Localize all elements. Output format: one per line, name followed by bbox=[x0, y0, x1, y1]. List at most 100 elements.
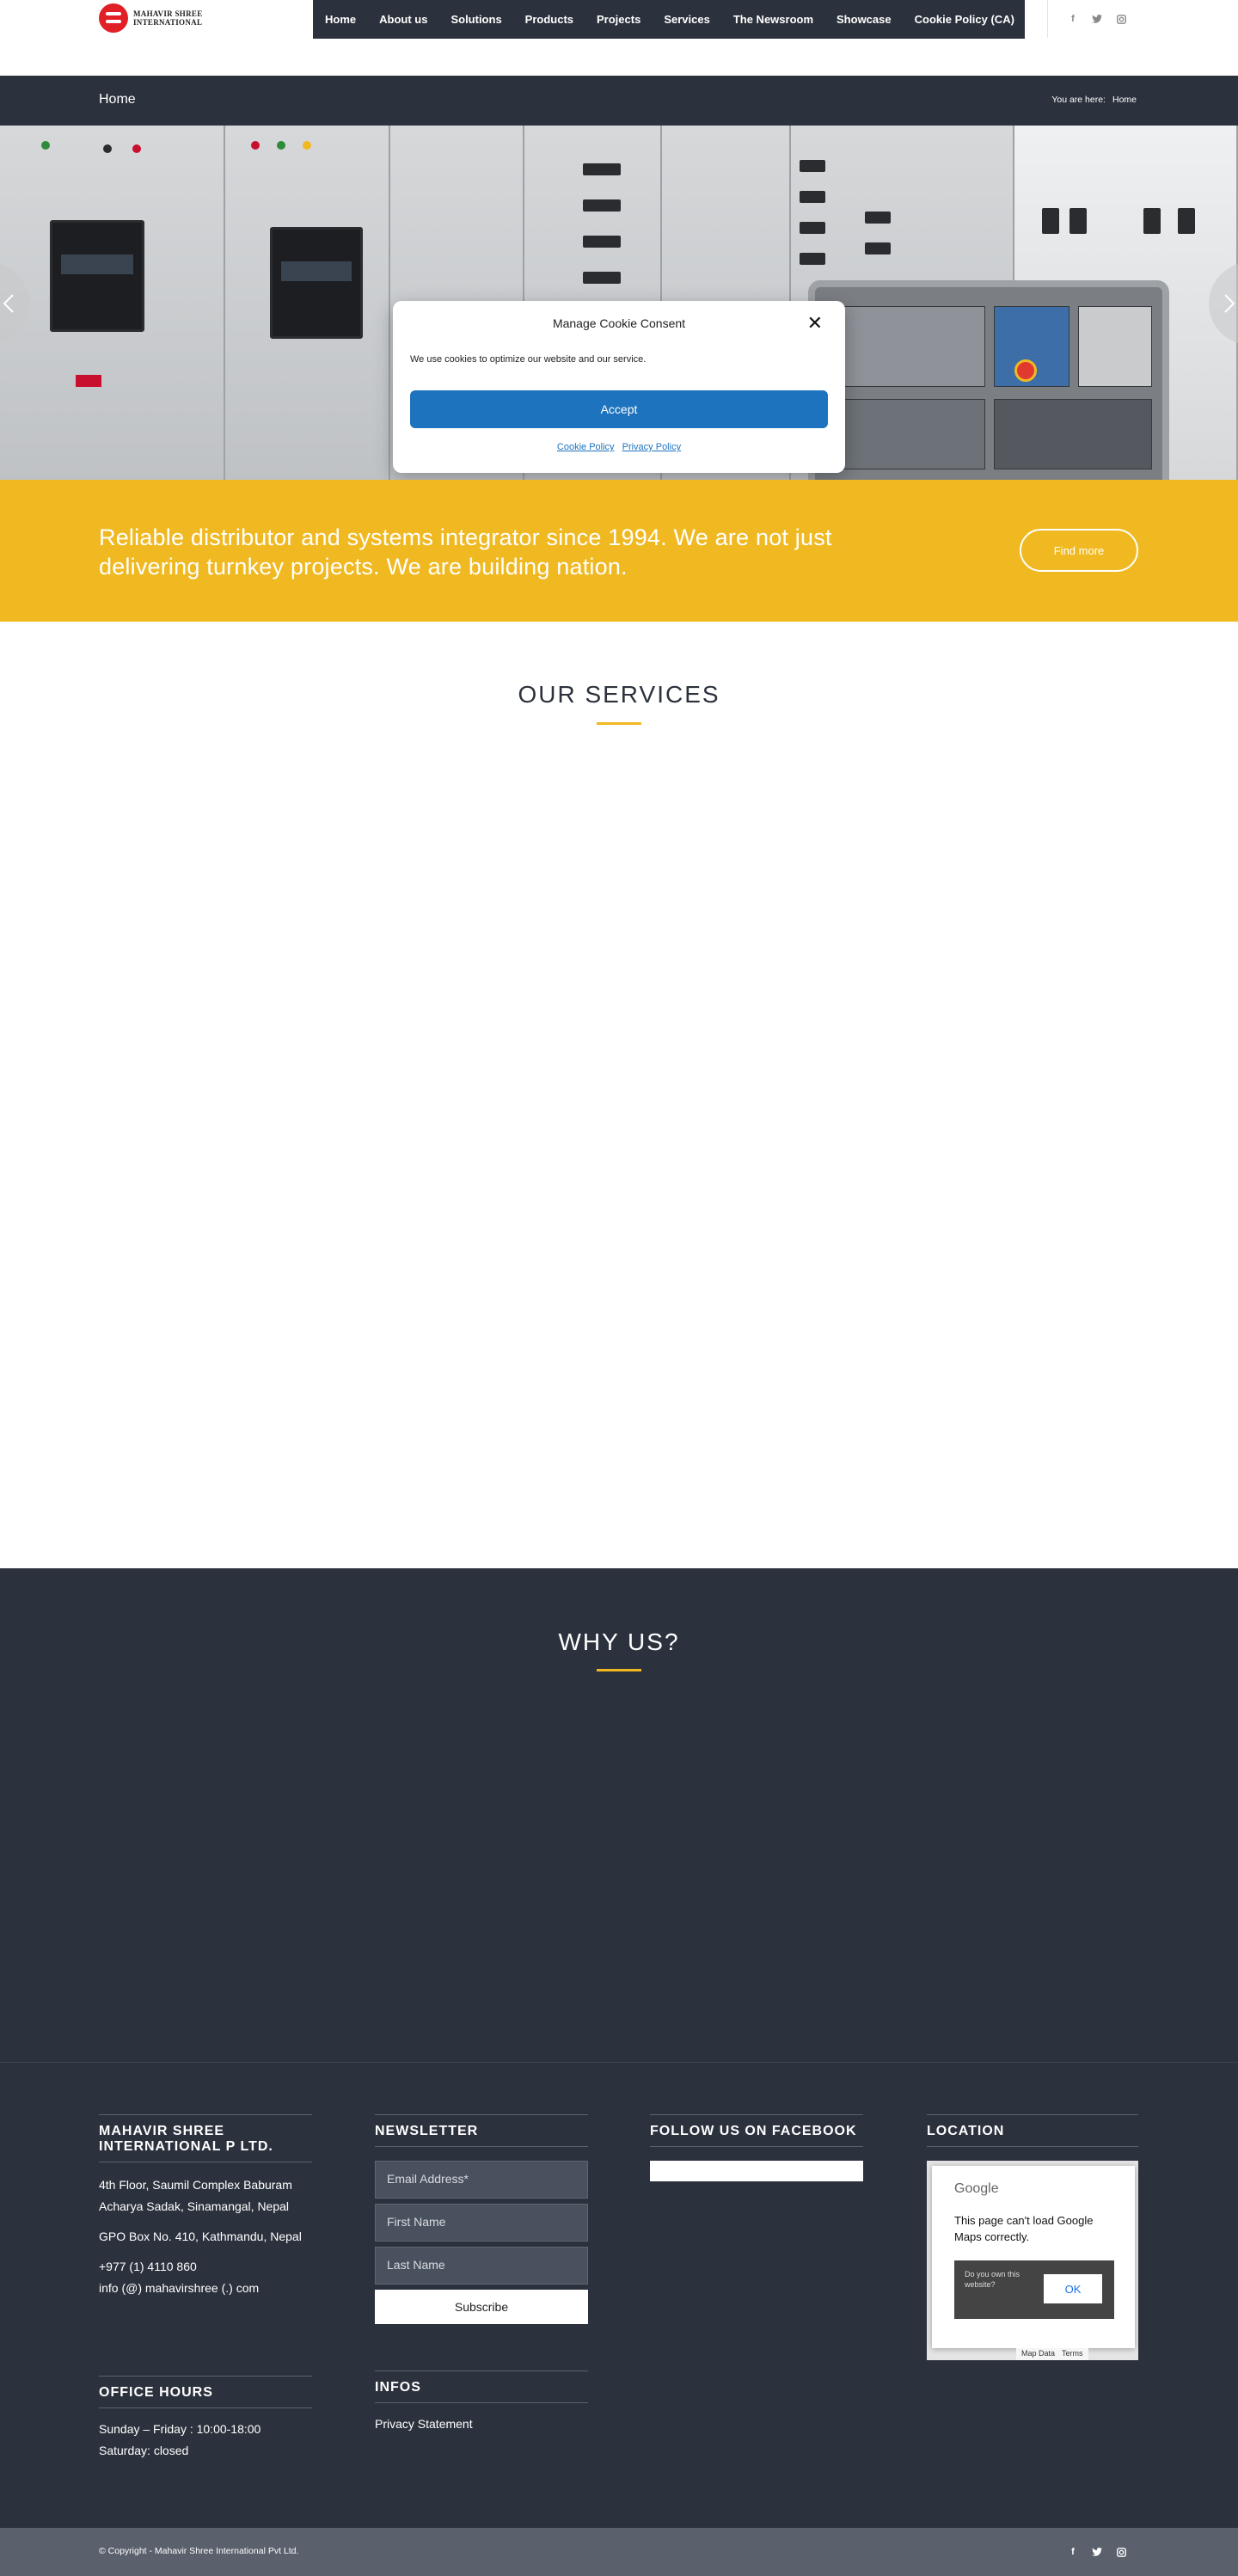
privacy-policy-link[interactable]: Privacy Policy bbox=[622, 442, 681, 452]
location-heading: LOCATION bbox=[927, 2114, 1138, 2147]
site-footer: MAHAVIR SHREE INTERNATIONAL P LTD. 4th F… bbox=[0, 2062, 1238, 2528]
nav-showcase[interactable]: Showcase bbox=[837, 13, 892, 26]
footer-social-links: f bbox=[1066, 2545, 1128, 2559]
indicator-lamp-icon bbox=[251, 141, 260, 150]
infos-heading: INFOS bbox=[375, 2371, 588, 2403]
chevron-left-icon bbox=[3, 294, 14, 313]
privacy-statement-link[interactable]: Privacy Statement bbox=[375, 2413, 588, 2435]
chevron-right-icon bbox=[1224, 294, 1235, 313]
map-data-link[interactable]: Map Data bbox=[1021, 2349, 1055, 2359]
switchgear-cabinet-image bbox=[0, 126, 225, 480]
tagline-text: Reliable distributor and systems integra… bbox=[99, 524, 832, 580]
nav-products[interactable]: Products bbox=[525, 13, 573, 26]
site-logo[interactable]: MAHAVIR SHREE INTERNATIONAL bbox=[99, 3, 203, 33]
logo-text: MAHAVIR SHREE INTERNATIONAL bbox=[133, 9, 203, 27]
company-phone: +977 (1) 4110 860 bbox=[99, 2260, 197, 2273]
instagram-icon[interactable] bbox=[1114, 12, 1128, 26]
cookie-dialog-title: Manage Cookie Consent bbox=[552, 316, 686, 330]
google-map-embed[interactable]: Google This page can't load Google Maps … bbox=[927, 2161, 1138, 2360]
page-title-bar: Home You are here: Home bbox=[0, 76, 1238, 126]
facebook-icon[interactable]: f bbox=[1066, 2545, 1080, 2559]
breadcrumb-current[interactable]: Home bbox=[1112, 95, 1137, 105]
warning-label-image bbox=[76, 375, 101, 387]
company-heading: MAHAVIR SHREE INTERNATIONAL P LTD. bbox=[99, 2114, 312, 2162]
newsletter-heading: NEWSLETTER bbox=[375, 2114, 588, 2147]
drawer-handle-image bbox=[1143, 208, 1161, 234]
cabinet-shadow bbox=[270, 126, 390, 480]
newsletter-last-name-input[interactable]: Last Name bbox=[375, 2247, 588, 2285]
why-us-heading: WHY US? bbox=[558, 1628, 680, 1655]
plc-module-image bbox=[825, 306, 985, 387]
nav-divider bbox=[1047, 0, 1048, 38]
twitter-icon[interactable] bbox=[1090, 2545, 1104, 2559]
twitter-icon[interactable] bbox=[1090, 12, 1104, 26]
services-heading-underline bbox=[597, 722, 641, 725]
nav-services[interactable]: Services bbox=[664, 13, 710, 26]
main-nav: Home About us Solutions Products Project… bbox=[313, 0, 1025, 39]
breaker-panel-image bbox=[270, 227, 363, 339]
drawer-handle-image bbox=[1069, 208, 1087, 234]
map-owner-question: Do you own this website? bbox=[965, 2270, 1020, 2289]
footer-hours-column: OFFICE HOURS Sunday – Friday : 10:00-18:… bbox=[99, 2376, 312, 2462]
map-attribution-bar: Map Data Terms bbox=[1016, 2348, 1088, 2360]
nav-newsroom[interactable]: The Newsroom bbox=[733, 13, 813, 26]
page-title: Home bbox=[99, 92, 136, 107]
emergency-stop-icon bbox=[1014, 359, 1037, 382]
newsletter-email-input[interactable]: Email Address* bbox=[375, 2161, 588, 2199]
map-terms-link[interactable]: Terms bbox=[1062, 2349, 1083, 2359]
map-owner-prompt: Do you own this website? OK bbox=[954, 2260, 1114, 2319]
footer-facebook-column: FOLLOW US ON FACEBOOK bbox=[650, 2114, 863, 2181]
nav-projects[interactable]: Projects bbox=[597, 13, 640, 26]
footer-infos-column: INFOS Privacy Statement bbox=[375, 2371, 588, 2435]
google-logo: Google bbox=[954, 2181, 999, 2196]
facebook-heading: FOLLOW US ON FACEBOOK bbox=[650, 2114, 863, 2147]
cookie-links: Cookie Policy Privacy Policy bbox=[393, 442, 845, 452]
drawer-handle-image bbox=[865, 242, 891, 255]
drawer-handle-image bbox=[800, 191, 825, 203]
relay-module-image bbox=[1078, 306, 1152, 387]
cookie-policy-link[interactable]: Cookie Policy bbox=[557, 442, 615, 452]
breadcrumb: You are here: Home bbox=[1051, 95, 1137, 105]
nav-solutions[interactable]: Solutions bbox=[450, 13, 501, 26]
terminal-block-image bbox=[825, 399, 985, 469]
services-heading: OUR SERVICES bbox=[518, 681, 720, 708]
company-email: info (@) mahavirshree (.) com bbox=[99, 2281, 260, 2295]
facebook-widget[interactable] bbox=[650, 2161, 863, 2181]
drawer-handle-image bbox=[583, 163, 621, 175]
footer-company-column: MAHAVIR SHREE INTERNATIONAL P LTD. 4th F… bbox=[99, 2114, 312, 2299]
breadcrumb-label: You are here: bbox=[1051, 95, 1106, 105]
control-panel-image bbox=[808, 280, 1169, 480]
nav-cookie-policy[interactable]: Cookie Policy (CA) bbox=[915, 13, 1014, 26]
cookie-accept-button[interactable]: Accept bbox=[410, 390, 828, 428]
instagram-icon[interactable] bbox=[1114, 2545, 1128, 2559]
map-ok-button[interactable]: OK bbox=[1044, 2274, 1102, 2303]
site-header: MAHAVIR SHREE INTERNATIONAL Home About u… bbox=[0, 0, 1238, 76]
find-more-button[interactable]: Find more bbox=[1020, 529, 1138, 572]
footer-location-column: LOCATION bbox=[927, 2114, 1138, 2147]
drawer-handle-image bbox=[800, 160, 825, 172]
subscribe-button[interactable]: Subscribe bbox=[375, 2290, 588, 2324]
copyright-text: © Copyright - Mahavir Shree Internationa… bbox=[99, 2546, 299, 2556]
close-icon[interactable]: ✕ bbox=[807, 312, 823, 334]
office-hours-heading: OFFICE HOURS bbox=[99, 2376, 312, 2408]
map-error-card: Google This page can't load Google Maps … bbox=[932, 2166, 1135, 2348]
nav-about-us[interactable]: About us bbox=[379, 13, 427, 26]
breaker-panel-image bbox=[50, 220, 144, 332]
office-hours-weekday: Sunday – Friday : 10:00-18:00 bbox=[99, 2422, 261, 2436]
drawer-handle-image bbox=[1042, 208, 1059, 234]
cookie-dialog-text: We use cookies to optimize our website a… bbox=[410, 354, 647, 365]
office-hours-saturday: Saturday: closed bbox=[99, 2444, 189, 2457]
logo-mark-icon bbox=[99, 3, 128, 33]
indicator-lamp-icon bbox=[41, 141, 50, 150]
nav-home[interactable]: Home bbox=[325, 13, 356, 26]
newsletter-first-name-input[interactable]: First Name bbox=[375, 2204, 588, 2242]
map-error-message: This page can't load Google Maps correct… bbox=[954, 2214, 1094, 2243]
indicator-lamp-icon bbox=[132, 144, 141, 153]
drawer-handle-image bbox=[1178, 208, 1195, 234]
footer-newsletter-column: NEWSLETTER Email Address* First Name Las… bbox=[375, 2114, 588, 2324]
indicator-lamp-icon bbox=[103, 144, 112, 153]
facebook-icon[interactable]: f bbox=[1066, 12, 1080, 26]
why-us-section: WHY US? bbox=[0, 1568, 1238, 2062]
company-pobox: GPO Box No. 410, Kathmandu, Nepal bbox=[99, 2229, 302, 2243]
cookie-consent-dialog: Manage Cookie Consent ✕ We use cookies t… bbox=[393, 301, 845, 473]
